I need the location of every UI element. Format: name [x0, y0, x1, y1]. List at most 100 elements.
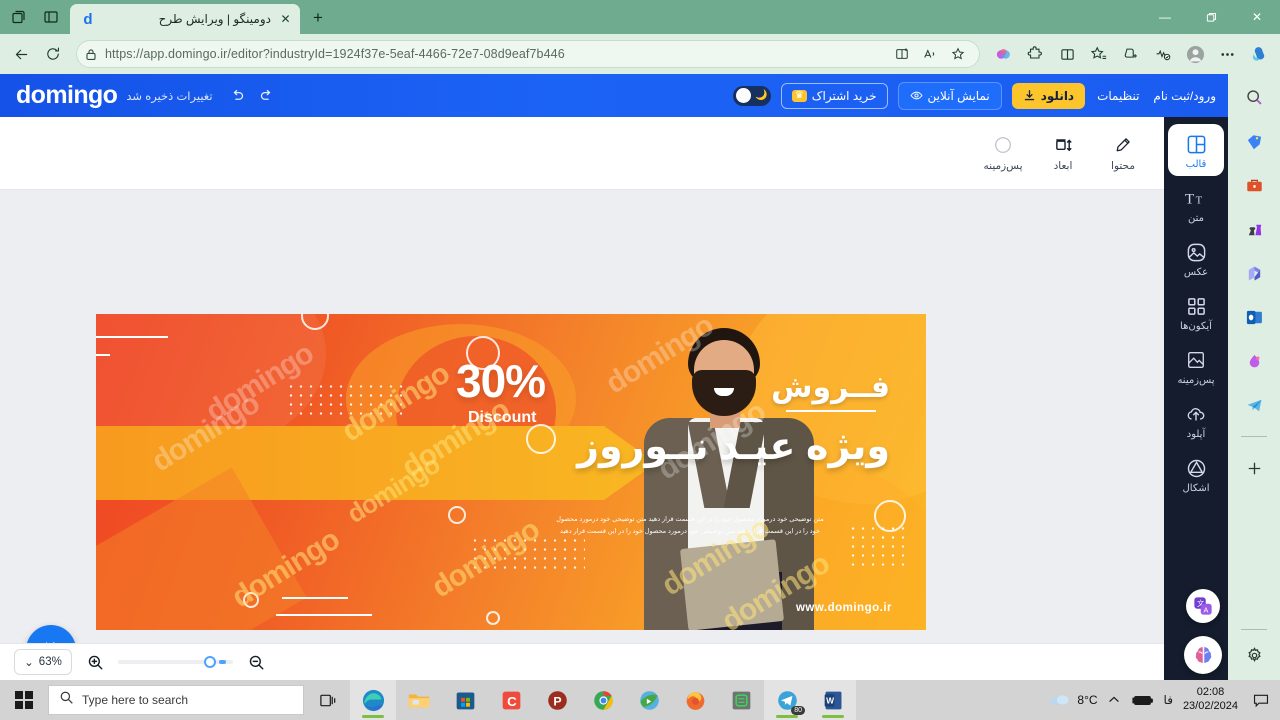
subtool-background[interactable]: پس‌زمینه	[976, 129, 1030, 177]
extensions-icon[interactable]	[1020, 39, 1050, 69]
tools-briefcase-icon[interactable]	[1239, 170, 1269, 200]
banner-discount-label[interactable]: Discount	[468, 409, 536, 427]
search-icon[interactable]	[1239, 82, 1269, 112]
subtool-dimensions[interactable]: ابعاد	[1036, 129, 1090, 177]
zoom-in-icon[interactable]	[84, 651, 106, 673]
preview-label: نمایش آنلاین	[927, 88, 990, 103]
taskbar-app-telegram[interactable]: 80	[764, 680, 810, 720]
copilot-icon[interactable]	[1244, 39, 1274, 69]
sidebar-item-template[interactable]: قالب	[1168, 124, 1224, 176]
notification-icon[interactable]	[1248, 680, 1274, 720]
taskbar-app-internet-download-manager[interactable]	[626, 680, 672, 720]
tab-actions-icon[interactable]	[4, 3, 34, 31]
undo-icon[interactable]	[228, 86, 248, 106]
favorites-icon[interactable]	[1084, 39, 1114, 69]
design-banner[interactable]: domingo domingo domingo domingo domingo …	[96, 314, 926, 630]
sidebar-item-upload[interactable]: آپلود	[1168, 394, 1224, 446]
browser-essentials-icon[interactable]	[1148, 39, 1178, 69]
sidebar-item-text[interactable]: T T متن	[1168, 178, 1224, 230]
online-preview-button[interactable]: نمایش آنلاین	[897, 81, 1002, 110]
battery-charging-icon[interactable]	[1130, 694, 1154, 707]
taskbar-app-notes[interactable]	[718, 680, 764, 720]
favorite-star-icon[interactable]	[945, 41, 971, 67]
clock-widget[interactable]: 02:08 23/02/2024	[1183, 686, 1238, 714]
split-window-icon[interactable]	[1052, 39, 1082, 69]
taskbar-app-camtasia[interactable]: C	[488, 680, 534, 720]
download-button[interactable]: دانلود	[1011, 82, 1086, 109]
sidebar-item-icons[interactable]: آیکون‌ها	[1168, 286, 1224, 338]
tray-overflow-icon[interactable]	[1108, 694, 1120, 706]
add-icon[interactable]	[1239, 453, 1269, 483]
taskbar-app-firefox[interactable]	[672, 680, 718, 720]
subtool-content[interactable]: محتوا	[1096, 129, 1150, 177]
translate-button[interactable]: 文 A	[1186, 589, 1220, 623]
close-window-button[interactable]: ✕	[1234, 0, 1280, 34]
minimize-button[interactable]: —	[1142, 0, 1188, 34]
split-screen-icon[interactable]	[889, 41, 915, 67]
editor-sidebar: قالب T T متن	[1164, 117, 1228, 680]
games-icon[interactable]	[1239, 214, 1269, 244]
background-icon	[1186, 348, 1206, 372]
telegram-icon[interactable]	[1239, 390, 1269, 420]
dark-mode-toggle[interactable]: 🌙	[732, 85, 771, 106]
copilot-brain-icon[interactable]	[988, 39, 1018, 69]
office-icon[interactable]	[1239, 258, 1269, 288]
more-icon[interactable]	[1212, 39, 1242, 69]
banner-title-line2[interactable]: ویژه عیـد نــوروز	[577, 424, 890, 469]
weather-widget[interactable]: 8°C	[1049, 691, 1098, 710]
new-tab-button[interactable]: +	[304, 4, 332, 32]
banner-discount-number[interactable]: 30%	[456, 354, 546, 408]
windows-start-icon[interactable]	[0, 680, 48, 720]
taskbar-app-photoshop-portable[interactable]: P	[534, 680, 580, 720]
ai-assistant-button[interactable]	[1184, 636, 1222, 674]
banner-title-line1[interactable]: فــروش	[771, 370, 890, 405]
taskbar-app-microsoft-store[interactable]	[442, 680, 488, 720]
svg-text:T: T	[1195, 195, 1202, 206]
browser-tab[interactable]: d دومینگو | ویرایش طرح ✕	[70, 4, 300, 34]
sidebar-item-image[interactable]: عکس	[1168, 232, 1224, 284]
svg-text:W: W	[826, 695, 834, 705]
shapes-icon	[1186, 456, 1207, 480]
zoom-slider-handle[interactable]	[204, 656, 216, 668]
sidebar-label-template: قالب	[1185, 159, 1207, 170]
back-icon[interactable]	[6, 39, 36, 69]
outlook-icon[interactable]	[1239, 302, 1269, 332]
sidebar-label-background: پس‌زمینه	[1177, 375, 1215, 386]
profile-icon[interactable]	[1180, 39, 1210, 69]
sidebar-item-background[interactable]: پس‌زمینه	[1168, 340, 1224, 392]
shopping-tag-icon[interactable]	[1239, 126, 1269, 156]
reload-icon[interactable]	[38, 39, 68, 69]
vertical-tabs-icon[interactable]	[36, 3, 66, 31]
read-aloud-icon[interactable]	[917, 41, 943, 67]
taskbar-app-word[interactable]: W	[810, 680, 856, 720]
restore-button[interactable]	[1188, 0, 1234, 34]
decor-ring-4	[448, 506, 466, 524]
banner-body-text[interactable]: متن توضیحی خود درمورد محصول خود را در ای…	[490, 514, 890, 539]
taskbar-app-chrome[interactable]	[580, 680, 626, 720]
zoom-level-select[interactable]: ⌄ 63%	[14, 649, 72, 675]
settings-link[interactable]: تنظیمات	[1095, 85, 1141, 107]
designer-icon[interactable]	[1239, 346, 1269, 376]
clock-time: 02:08	[1196, 686, 1225, 699]
tabstrip-left-buttons	[0, 0, 70, 34]
subscribe-button[interactable]: خرید اشتراک ♛	[780, 82, 888, 109]
taskbar-app-file-explorer[interactable]	[396, 680, 442, 720]
redo-icon[interactable]	[257, 86, 277, 106]
auth-link[interactable]: ورود/ثبت نام	[1151, 85, 1218, 107]
task-view-icon[interactable]	[304, 680, 350, 720]
taskbar-search-input[interactable]: Type here to search	[48, 685, 304, 715]
zoom-slider[interactable]	[118, 656, 233, 668]
settings-gear-icon[interactable]	[1239, 640, 1269, 670]
app-logo[interactable]: domingo	[16, 83, 118, 108]
editor-canvas[interactable]: domingo domingo domingo domingo domingo …	[0, 190, 1164, 680]
banner-website[interactable]: www.domingo.ir	[796, 602, 892, 614]
edge-sidebar	[1228, 74, 1280, 680]
collections-icon[interactable]	[1116, 39, 1146, 69]
address-bar[interactable]: https://app.domingo.ir/editor?industryId…	[76, 40, 980, 68]
taskbar-app-edge[interactable]	[350, 680, 396, 720]
sidebar-item-shapes[interactable]: اشکال	[1168, 448, 1224, 500]
zoom-out-icon[interactable]	[245, 651, 267, 673]
language-indicator[interactable]: فا	[1164, 693, 1173, 707]
tab-strip: d دومینگو | ویرایش طرح ✕ + — ✕	[0, 0, 1280, 34]
close-icon[interactable]: ✕	[277, 11, 294, 28]
